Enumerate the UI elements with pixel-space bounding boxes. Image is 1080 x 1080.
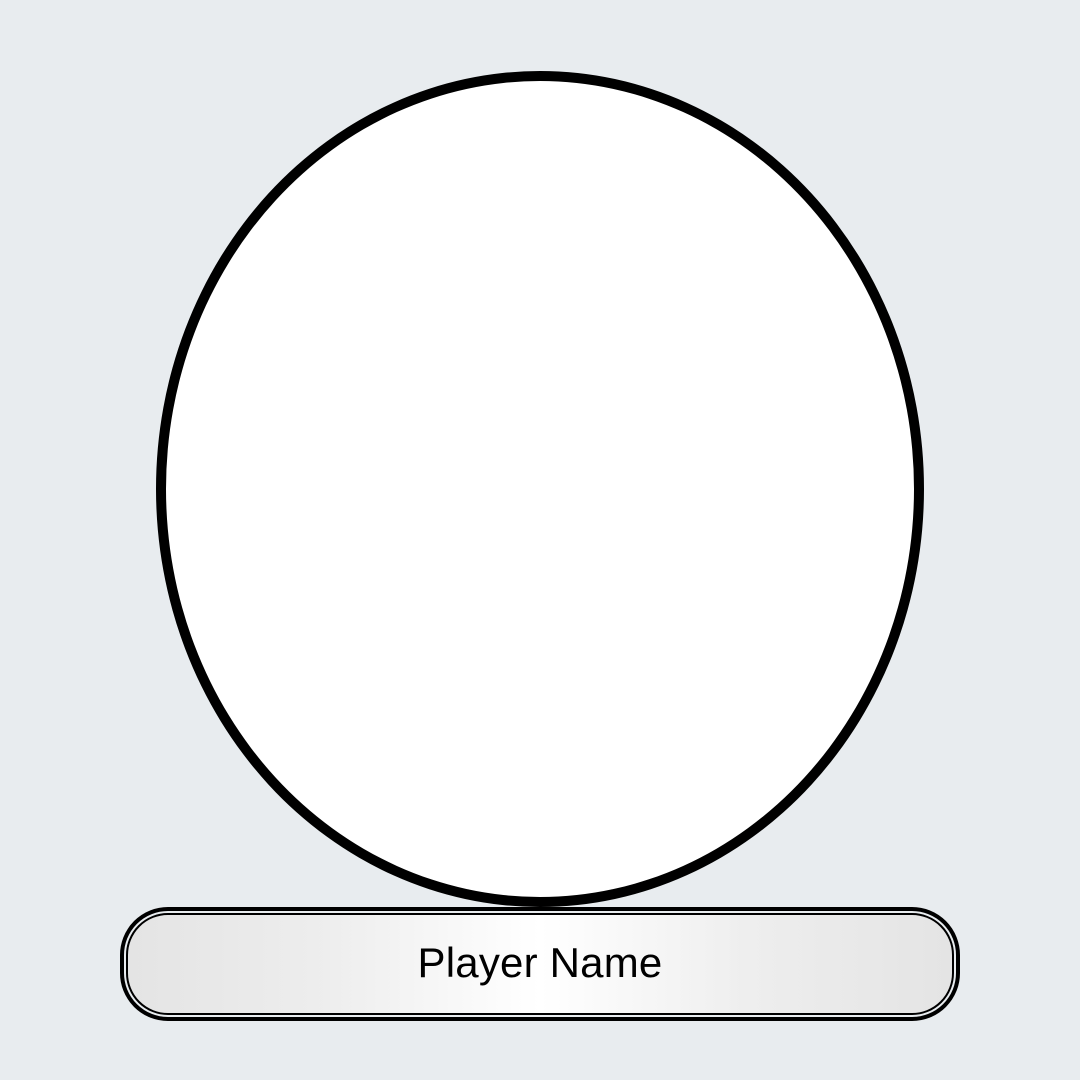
player-card: Player Name: [0, 0, 1080, 1080]
player-name-plate[interactable]: Player Name: [120, 907, 960, 1021]
player-avatar[interactable]: [156, 71, 924, 907]
player-name-label: Player Name: [417, 939, 663, 986]
